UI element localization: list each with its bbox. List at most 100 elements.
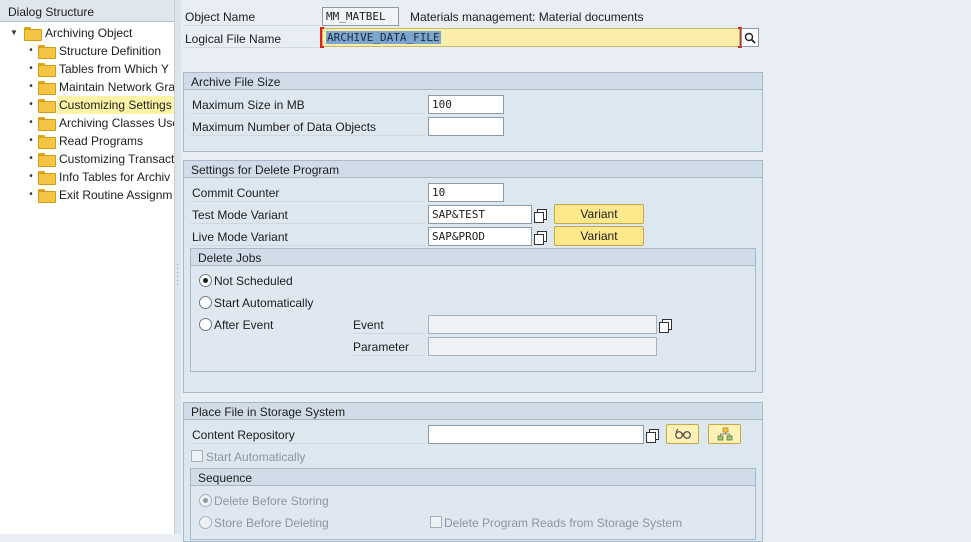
test-variant-copy-button[interactable] bbox=[531, 205, 549, 224]
commit-counter-label: Commit Counter bbox=[192, 186, 280, 200]
folder-icon bbox=[38, 135, 56, 149]
logical-file-value: ARCHIVE_DATA_FILE bbox=[326, 31, 441, 44]
tree-expand-icon[interactable]: ▼ bbox=[10, 24, 20, 42]
required-marker-left bbox=[320, 27, 324, 48]
object-name-label: Object Name bbox=[185, 10, 256, 24]
object-name-field[interactable]: MM_MATBEL bbox=[322, 7, 399, 26]
test-mode-input[interactable]: SAP&TEST bbox=[428, 205, 532, 224]
label-underline bbox=[183, 47, 319, 48]
live-variant-copy-button[interactable] bbox=[531, 227, 549, 246]
tree-label: Structure Definition bbox=[59, 44, 162, 58]
delete-jobs-title: Delete Jobs bbox=[191, 249, 755, 266]
search-help-button[interactable] bbox=[741, 28, 759, 47]
tree-item-structure-definition[interactable]: • Structure Definition bbox=[26, 42, 163, 60]
tree-item-customizing-settings[interactable]: • Customizing Settings bbox=[26, 96, 174, 114]
tree-label: Maintain Network Gra bbox=[59, 80, 175, 94]
bullet-icon: • bbox=[29, 99, 33, 110]
tree-label: Customizing Settings bbox=[57, 96, 174, 114]
tree-label: Customizing Transact bbox=[59, 152, 175, 166]
bullet-icon: • bbox=[29, 117, 33, 128]
radio-store-before-deleting[interactable] bbox=[199, 516, 212, 529]
folder-icon bbox=[38, 63, 56, 77]
start-automatically-checkbox[interactable] bbox=[191, 450, 203, 462]
delete-before-storing-label: Delete Before Storing bbox=[214, 494, 329, 508]
radio-delete-before-storing[interactable] bbox=[199, 494, 212, 507]
folder-icon bbox=[24, 27, 42, 41]
max-size-label: Maximum Size in MB bbox=[192, 98, 305, 112]
sequence-title: Sequence bbox=[191, 469, 755, 486]
tree-label: Read Programs bbox=[59, 134, 144, 148]
store-before-deleting-label: Store Before Deleting bbox=[214, 516, 329, 530]
splitter-grip-icon[interactable]: · · · · · · bbox=[176, 260, 180, 289]
dialog-structure-pane: Dialog Structure ▼ Archiving Object • St… bbox=[0, 0, 175, 534]
display-repository-button[interactable] bbox=[666, 424, 699, 444]
tree-item-archiving-classes[interactable]: • Archiving Classes Use bbox=[26, 114, 175, 132]
test-variant-button[interactable]: Variant bbox=[554, 204, 644, 224]
hierarchy-button[interactable] bbox=[708, 424, 741, 444]
label-underline bbox=[351, 355, 425, 356]
bullet-icon: • bbox=[29, 189, 33, 200]
search-icon bbox=[744, 32, 756, 44]
tree-label: Archiving Classes Use bbox=[59, 116, 175, 130]
start-automatically-checkbox-label: Start Automatically bbox=[206, 450, 306, 464]
tree-label: Exit Routine Assignm bbox=[59, 188, 173, 202]
parameter-input[interactable] bbox=[428, 337, 657, 356]
tree-item-network-graphic[interactable]: • Maintain Network Gra bbox=[26, 78, 175, 96]
radio-not-scheduled[interactable] bbox=[199, 274, 212, 287]
event-input[interactable] bbox=[428, 315, 657, 334]
label-underline bbox=[190, 245, 425, 246]
object-description: Materials management: Material documents bbox=[410, 10, 644, 24]
live-variant-button[interactable]: Variant bbox=[554, 226, 644, 246]
logical-file-field[interactable]: ARCHIVE_DATA_FILE bbox=[322, 28, 740, 47]
not-scheduled-label[interactable]: Not Scheduled bbox=[214, 274, 293, 288]
bullet-icon: • bbox=[29, 63, 33, 74]
after-event-label[interactable]: After Event bbox=[214, 318, 273, 332]
live-mode-input[interactable]: SAP&PROD bbox=[428, 227, 532, 246]
content-repository-input[interactable] bbox=[428, 425, 644, 444]
folder-icon bbox=[38, 153, 56, 167]
folder-icon bbox=[38, 171, 56, 185]
folder-icon bbox=[38, 45, 56, 59]
event-copy-button[interactable] bbox=[656, 315, 674, 334]
start-automatically-label[interactable]: Start Automatically bbox=[214, 296, 313, 310]
label-underline bbox=[190, 223, 425, 224]
max-size-input[interactable]: 100 bbox=[428, 95, 504, 114]
delete-reads-storage-checkbox[interactable] bbox=[430, 516, 442, 528]
archive-file-size-title: Archive File Size bbox=[184, 73, 762, 90]
folder-icon bbox=[38, 117, 56, 131]
folder-icon bbox=[38, 189, 56, 203]
radio-start-automatically[interactable] bbox=[199, 296, 212, 309]
tree-item-customizing-transactions[interactable]: • Customizing Transact bbox=[26, 150, 175, 168]
content-repository-label: Content Repository bbox=[192, 428, 295, 442]
copy-icon bbox=[534, 208, 547, 223]
tree-item-read-programs[interactable]: • Read Programs bbox=[26, 132, 145, 150]
folder-icon bbox=[38, 81, 56, 95]
delete-program-title: Settings for Delete Program bbox=[184, 161, 762, 178]
folder-open-icon bbox=[38, 99, 56, 113]
repository-copy-button[interactable] bbox=[643, 425, 661, 444]
commit-counter-input[interactable]: 10 bbox=[428, 183, 504, 202]
live-mode-label: Live Mode Variant bbox=[192, 230, 288, 244]
tree-item-exit-routine[interactable]: • Exit Routine Assignm bbox=[26, 186, 174, 204]
copy-icon bbox=[646, 428, 659, 443]
hierarchy-icon bbox=[717, 427, 732, 441]
label-underline bbox=[190, 443, 425, 444]
display-icon bbox=[674, 428, 691, 439]
tree-label: Tables from Which Y bbox=[59, 62, 169, 76]
max-objects-input[interactable] bbox=[428, 117, 504, 136]
tree-item-info-tables[interactable]: • Info Tables for Archiv bbox=[26, 168, 172, 186]
label-underline bbox=[190, 113, 425, 114]
tree-label: Info Tables for Archiv bbox=[59, 170, 171, 184]
logical-file-label: Logical File Name bbox=[185, 32, 282, 46]
label-underline bbox=[190, 201, 425, 202]
delete-reads-storage-label: Delete Program Reads from Storage System bbox=[444, 516, 683, 530]
radio-after-event[interactable] bbox=[199, 318, 212, 331]
test-mode-label: Test Mode Variant bbox=[192, 208, 288, 222]
bullet-icon: • bbox=[29, 81, 33, 92]
bullet-icon: • bbox=[29, 45, 33, 56]
tree-node-archiving-object[interactable]: ▼ Archiving Object bbox=[10, 24, 134, 42]
bullet-icon: • bbox=[29, 171, 33, 182]
max-objects-label: Maximum Number of Data Objects bbox=[192, 120, 377, 134]
tree-item-tables[interactable]: • Tables from Which Y bbox=[26, 60, 171, 78]
copy-icon bbox=[534, 230, 547, 245]
